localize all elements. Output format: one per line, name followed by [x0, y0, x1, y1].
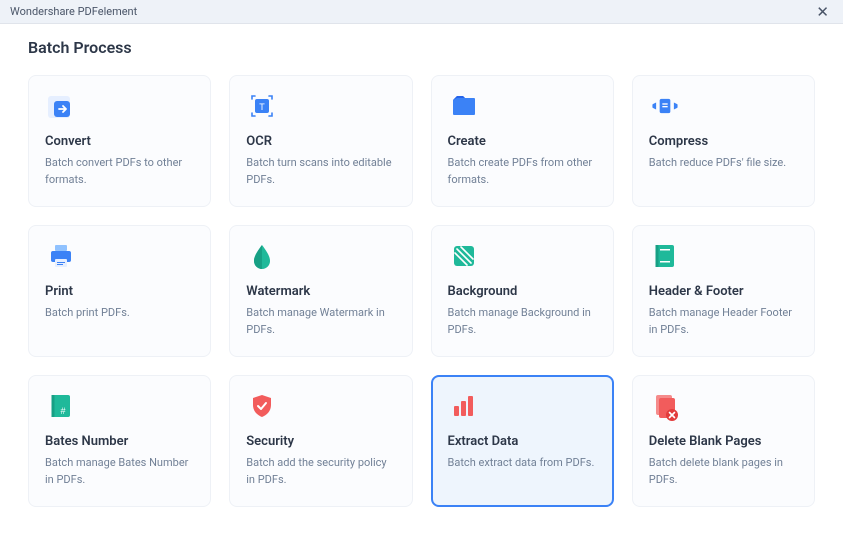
compress-icon — [649, 90, 681, 122]
print-icon — [45, 240, 77, 272]
card-desc: Batch add the security policy in PDFs. — [246, 455, 395, 488]
card-desc: Batch extract data from PDFs. — [448, 455, 597, 472]
card-desc: Batch create PDFs from other formats. — [448, 155, 597, 188]
header-footer-icon — [649, 240, 681, 272]
card-compress[interactable]: Compress Batch reduce PDFs' file size. — [632, 75, 815, 207]
titlebar-title: Wondershare PDFelement — [10, 5, 137, 18]
card-desc: Batch turn scans into editable PDFs. — [246, 155, 395, 188]
card-print[interactable]: Print Batch print PDFs. — [28, 225, 211, 357]
convert-icon — [45, 90, 77, 122]
card-title: Compress — [649, 134, 798, 149]
card-title: Print — [45, 284, 194, 299]
card-title: Delete Blank Pages — [649, 434, 798, 449]
watermark-icon — [246, 240, 278, 272]
card-delete-blank-pages[interactable]: Delete Blank Pages Batch delete blank pa… — [632, 375, 815, 507]
content-area: Batch Process Convert Batch convert PDFs… — [0, 24, 843, 527]
card-desc: Batch reduce PDFs' file size. — [649, 155, 798, 172]
create-icon — [448, 90, 480, 122]
svg-text:#: # — [60, 406, 65, 416]
delete-blank-pages-icon — [649, 390, 681, 422]
card-security[interactable]: Security Batch add the security policy i… — [229, 375, 412, 507]
card-title: Convert — [45, 134, 194, 149]
card-title: Header & Footer — [649, 284, 798, 299]
card-title: Create — [448, 134, 597, 149]
card-grid: Convert Batch convert PDFs to other form… — [28, 75, 815, 507]
card-desc: Batch manage Watermark in PDFs. — [246, 305, 395, 338]
card-convert[interactable]: Convert Batch convert PDFs to other form… — [28, 75, 211, 207]
card-bates-number[interactable]: # Bates Number Batch manage Bates Number… — [28, 375, 211, 507]
extract-data-icon — [448, 390, 480, 422]
card-header-footer[interactable]: Header & Footer Batch manage Header Foot… — [632, 225, 815, 357]
card-background[interactable]: Background Batch manage Background in PD… — [431, 225, 614, 357]
card-extract-data[interactable]: Extract Data Batch extract data from PDF… — [431, 375, 614, 507]
security-icon — [246, 390, 278, 422]
card-title: Extract Data — [448, 434, 597, 449]
card-watermark[interactable]: Watermark Batch manage Watermark in PDFs… — [229, 225, 412, 357]
card-create[interactable]: Create Batch create PDFs from other form… — [431, 75, 614, 207]
card-ocr[interactable]: T OCR Batch turn scans into editable PDF… — [229, 75, 412, 207]
card-desc: Batch manage Background in PDFs. — [448, 305, 597, 338]
close-icon[interactable]: ✕ — [812, 3, 833, 21]
background-icon — [448, 240, 480, 272]
card-title: Security — [246, 434, 395, 449]
card-title: Watermark — [246, 284, 395, 299]
titlebar: Wondershare PDFelement ✕ — [0, 0, 843, 24]
card-title: Bates Number — [45, 434, 194, 449]
card-desc: Batch manage Bates Number in PDFs. — [45, 455, 194, 488]
page-title: Batch Process — [28, 38, 815, 57]
card-title: OCR — [246, 134, 395, 149]
card-desc: Batch convert PDFs to other formats. — [45, 155, 194, 188]
card-desc: Batch delete blank pages in PDFs. — [649, 455, 798, 488]
ocr-icon: T — [246, 90, 278, 122]
svg-text:T: T — [260, 102, 266, 112]
card-desc: Batch print PDFs. — [45, 305, 194, 322]
card-title: Background — [448, 284, 597, 299]
card-desc: Batch manage Header Footer in PDFs. — [649, 305, 798, 338]
bates-number-icon: # — [45, 390, 77, 422]
